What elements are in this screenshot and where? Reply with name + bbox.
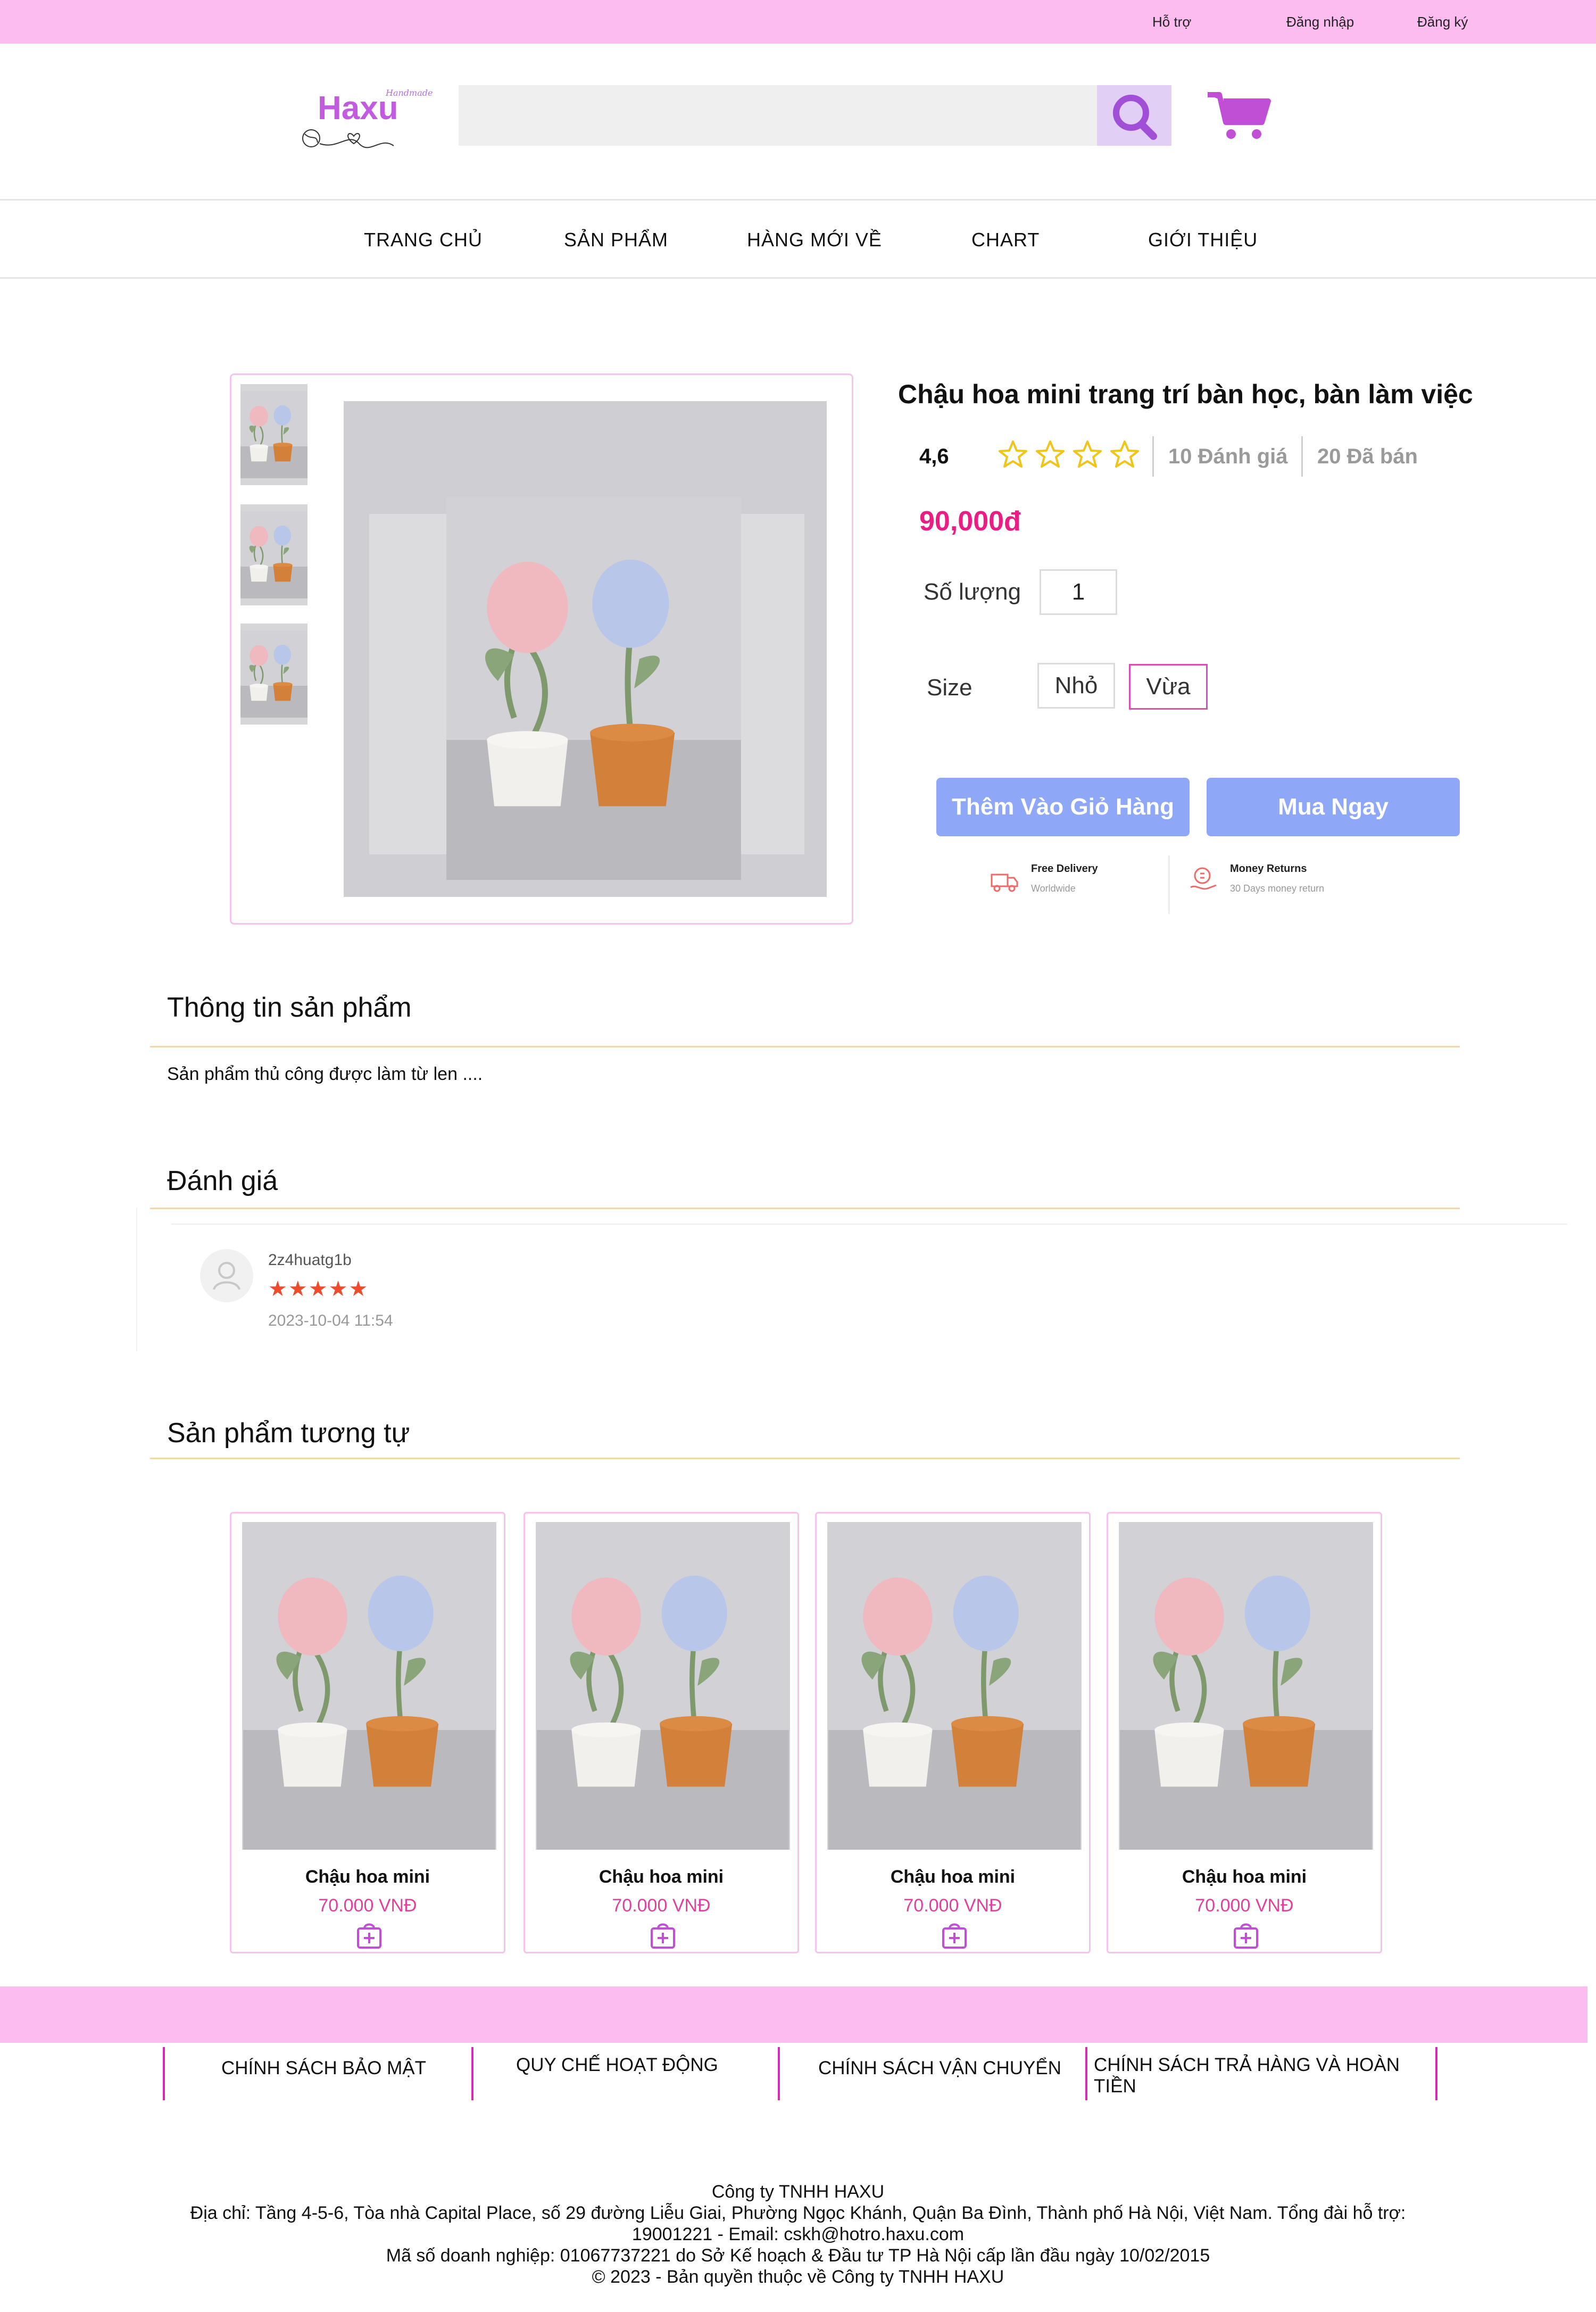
add-to-cart-button[interactable]: Thêm Vào Giỏ Hàng xyxy=(936,778,1190,836)
size-option-medium[interactable]: Vừa xyxy=(1129,664,1208,710)
nav-about[interactable]: GIỚI THIỆU xyxy=(1148,229,1258,251)
product-card[interactable]: Chậu hoa mini 70.000 VNĐ xyxy=(1107,1512,1382,1953)
divider xyxy=(1152,436,1154,477)
money-return-icon xyxy=(1188,864,1218,894)
divider xyxy=(171,1224,1567,1225)
product-card-price: 70.000 VNĐ xyxy=(1195,1895,1294,1916)
product-title: Chậu hoa mini trang trí bàn học, bàn làm… xyxy=(898,379,1473,409)
divider xyxy=(1301,436,1303,477)
quantity-input[interactable]: 1 xyxy=(1040,569,1117,615)
login-link[interactable]: Đăng nhập xyxy=(1286,14,1354,30)
policy-shipping[interactable]: CHÍNH SÁCH VẬN CHUYỂN xyxy=(778,2047,1086,2100)
policy-label: CHÍNH SÁCH BẢO MẬT xyxy=(221,2058,427,2078)
footer-address: Địa chỉ: Tầng 4-5-6, Tòa nhà Capital Pla… xyxy=(190,2203,1406,2223)
star-icon xyxy=(1036,440,1065,468)
quantity-label: Số lượng xyxy=(924,579,1021,605)
divider xyxy=(1168,855,1170,914)
product-card-image xyxy=(1119,1522,1373,1850)
size-label: Size xyxy=(927,675,972,701)
haxu-logo[interactable]: Handmade Haxu xyxy=(290,81,434,161)
star-icon xyxy=(1073,440,1102,468)
review-username: 2z4huatg1b xyxy=(268,1251,352,1269)
avatar xyxy=(200,1249,253,1302)
rating-stars xyxy=(998,437,1156,477)
review-date: 2023-10-04 11:54 xyxy=(268,1312,393,1329)
review-stars: ★★★★★ xyxy=(268,1277,369,1301)
footer-company: Công ty TNHH HAXU xyxy=(711,2182,885,2202)
add-to-cart-icon[interactable] xyxy=(355,1921,384,1950)
product-card[interactable]: Chậu hoa mini 70.000 VNĐ xyxy=(523,1512,799,1953)
product-card-image xyxy=(536,1522,790,1850)
section-title-similar: Sản phẩm tương tự xyxy=(167,1418,410,1449)
product-thumbnail[interactable] xyxy=(240,623,307,725)
star-icon xyxy=(1110,440,1139,468)
policy-label: CHÍNH SÁCH TRẢ HÀNG VÀ HOÀN TIỀN xyxy=(1094,2055,1400,2097)
product-card-price: 70.000 VNĐ xyxy=(612,1895,711,1916)
search-input[interactable] xyxy=(459,85,1097,146)
product-card-name: Chậu hoa mini xyxy=(305,1867,430,1887)
nav-chart[interactable]: CHART xyxy=(971,229,1040,251)
perk-title: Money Returns xyxy=(1230,863,1307,875)
nav-new-arrivals[interactable]: HÀNG MỚI VỀ xyxy=(747,229,882,251)
product-card-name: Chậu hoa mini xyxy=(1182,1867,1307,1887)
product-thumbnail[interactable] xyxy=(240,504,307,605)
footer-contact: 19001221 - Email: cskh@hotro.haxu.com xyxy=(631,2224,965,2244)
top-bar xyxy=(0,0,1596,44)
search-button[interactable] xyxy=(1097,85,1171,146)
perk-subtitle: 30 Days money return xyxy=(1230,883,1325,894)
sold-count: 20 Đã bán xyxy=(1317,445,1418,468)
product-card-name: Chậu hoa mini xyxy=(598,1867,724,1887)
section-divider xyxy=(150,1046,1460,1047)
buy-now-button[interactable]: Mua Ngay xyxy=(1207,778,1460,836)
product-main-image xyxy=(344,401,827,897)
policy-returns[interactable]: CHÍNH SÁCH TRẢ HÀNG VÀ HOÀN TIỀN xyxy=(1085,2047,1435,2100)
user-icon xyxy=(213,1262,240,1290)
footer-business-id: Mã số doanh nghiệp: 01067737221 do Sở Kế… xyxy=(386,2246,1210,2266)
product-card-image xyxy=(827,1522,1082,1850)
rating-value: 4,6 xyxy=(919,445,949,468)
perk-subtitle: Worldwide xyxy=(1031,883,1076,894)
nav-products[interactable]: SẢN PHẨM xyxy=(564,229,668,251)
truck-icon xyxy=(990,866,1019,896)
support-link[interactable]: Hỗ trợ xyxy=(1152,14,1191,30)
product-thumbnail[interactable] xyxy=(240,384,307,485)
size-option-small[interactable]: Nhỏ xyxy=(1037,663,1115,709)
policy-operation[interactable]: QUY CHẾ HOẠT ĐỘNG xyxy=(471,2047,779,2100)
section-title-reviews: Đánh giá xyxy=(167,1166,278,1196)
policy-label: CHÍNH SÁCH VẬN CHUYỂN xyxy=(818,2058,1061,2078)
product-card-price: 70.000 VNĐ xyxy=(318,1895,417,1916)
policy-privacy[interactable]: CHÍNH SÁCH BẢO MẬT xyxy=(163,2047,471,2100)
footer-copyright: © 2023 - Bản quyền thuộc về Công ty TNHH… xyxy=(592,2267,1004,2287)
perk-title: Free Delivery xyxy=(1031,863,1098,875)
cart-button[interactable] xyxy=(1202,85,1277,144)
footer-band xyxy=(0,1986,1587,2043)
register-link[interactable]: Đăng ký xyxy=(1417,14,1468,30)
cart-icon xyxy=(1208,92,1271,139)
policy-label: QUY CHẾ HOẠT ĐỘNG xyxy=(516,2055,718,2075)
add-to-cart-icon[interactable] xyxy=(1232,1921,1260,1950)
product-card[interactable]: Chậu hoa mini 70.000 VNĐ xyxy=(230,1512,505,1953)
section-divider xyxy=(150,1458,1460,1459)
section-title-info: Thông tin sản phẩm xyxy=(167,992,412,1023)
svg-text:Haxu: Haxu xyxy=(318,90,398,127)
star-icon xyxy=(999,440,1027,468)
product-card-name: Chậu hoa mini xyxy=(890,1867,1016,1887)
product-card[interactable]: Chậu hoa mini 70.000 VNĐ xyxy=(815,1512,1091,1953)
product-price: 90,000đ xyxy=(919,506,1021,537)
search-icon xyxy=(1113,95,1157,140)
add-to-cart-icon[interactable] xyxy=(940,1921,969,1950)
divider xyxy=(1435,2047,1437,2100)
nav-home[interactable]: TRANG CHỦ xyxy=(364,229,483,251)
product-card-image xyxy=(242,1522,496,1850)
add-to-cart-icon[interactable] xyxy=(649,1921,677,1950)
product-description: Sản phẩm thủ công được làm từ len .... xyxy=(167,1064,483,1084)
product-card-price: 70.000 VNĐ xyxy=(903,1895,1002,1916)
review-count[interactable]: 10 Đánh giá xyxy=(1168,445,1288,469)
